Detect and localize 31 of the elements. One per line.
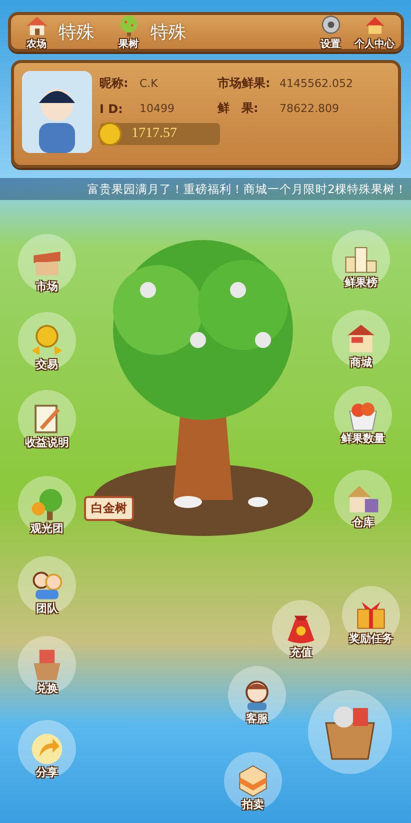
stat-button[interactable]: 农场 — [16, 13, 56, 51]
menu-button[interactable]: 市场 — [18, 234, 76, 292]
field-value: 78622.809 — [280, 102, 340, 115]
field-value: C.K — [140, 77, 159, 90]
menu-button[interactable]: 客服 — [228, 666, 286, 724]
field-label: 市场鲜果: — [218, 75, 272, 92]
coin-icon — [98, 122, 122, 146]
field-value: 4145562.052 — [280, 77, 354, 90]
stat-value: 特殊 — [150, 21, 186, 44]
coin-amount: 1717.57 — [130, 126, 177, 142]
field-value: 10499 — [140, 102, 176, 115]
field-label: I D: — [100, 102, 124, 116]
menu-button[interactable]: 仓库 — [334, 470, 392, 528]
tree-sign: 白金树 — [84, 496, 134, 521]
field-label: 昵称: — [100, 75, 130, 92]
menu-button[interactable]: 拍卖 — [224, 752, 282, 810]
menu-button[interactable]: 鲜果榜 — [332, 230, 390, 288]
stat-button[interactable]: 果树 — [108, 13, 148, 51]
stat-value: 特殊 — [58, 21, 94, 44]
menu-button[interactable]: 分享 — [18, 720, 76, 778]
top-bar-button[interactable]: 个人中心 — [354, 13, 394, 51]
menu-button[interactable]: 交易 — [18, 312, 76, 370]
menu-button[interactable]: 奖励任务 — [342, 586, 400, 644]
announcement-text: 富贵果园满月了！重磅福利！商城一个月限时2棵特殊果树！ — [88, 182, 407, 196]
field-label: 鲜 果: — [218, 100, 260, 117]
menu-button[interactable]: 充值 — [272, 600, 330, 658]
menu-button[interactable]: 团队 — [18, 556, 76, 614]
menu-button[interactable]: 兑换 — [18, 636, 76, 694]
menu-button[interactable]: 商城 — [332, 310, 390, 368]
menu-button[interactable]: 收益说明 — [18, 390, 76, 448]
top-bar-button[interactable]: 设置 — [310, 13, 350, 51]
